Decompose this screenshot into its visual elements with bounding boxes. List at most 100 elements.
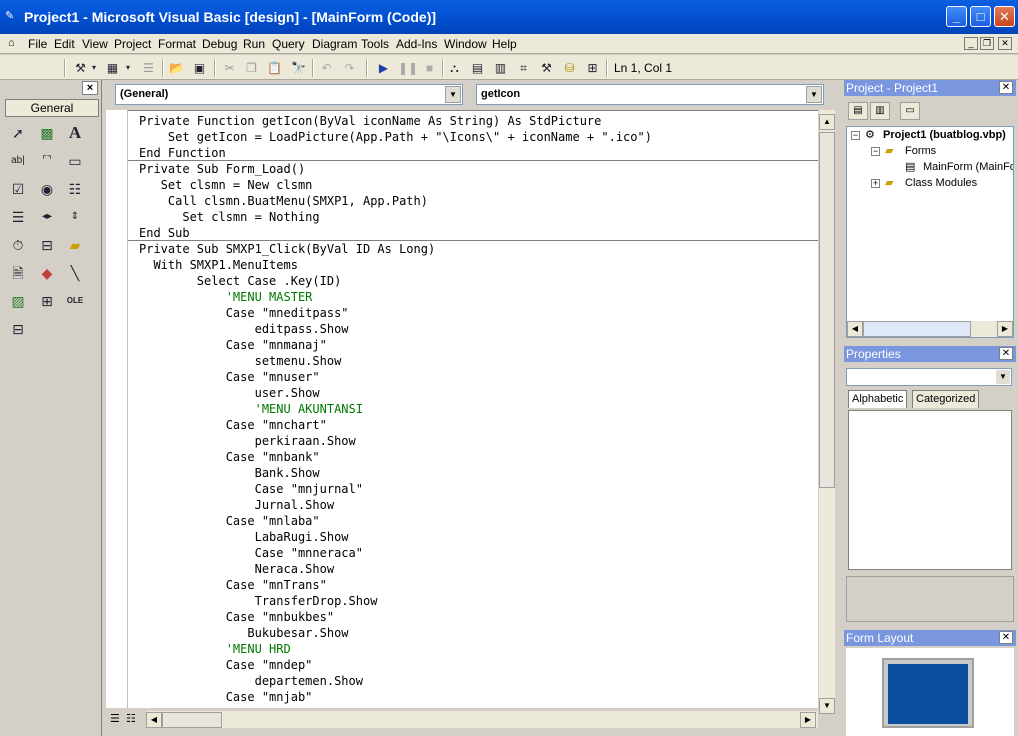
start-icon[interactable]: ▶: [375, 60, 392, 76]
close-icon[interactable]: ✕: [999, 631, 1013, 644]
code-line[interactable]: Set clsmn = New clsmn: [139, 177, 313, 193]
code-line[interactable]: departemen.Show: [139, 673, 363, 689]
code-line[interactable]: editpass.Show: [139, 321, 349, 337]
toggle-folders-button[interactable]: ▭: [900, 102, 920, 120]
horizontal-scrollbar[interactable]: ◀ ▶: [146, 711, 818, 728]
menu-debug[interactable]: Debug: [202, 37, 237, 51]
properties-window-icon[interactable]: ▤: [469, 60, 486, 76]
properties-object-combo[interactable]: ▼: [846, 368, 1012, 386]
menu-run[interactable]: Run: [243, 37, 265, 51]
vertical-scrollbar[interactable]: ▲ ▼: [818, 110, 835, 714]
find-icon[interactable]: 🔭: [290, 60, 307, 76]
add-form-icon[interactable]: ▦: [104, 60, 121, 76]
chevron-down-icon[interactable]: ▼: [806, 86, 822, 103]
data-icon[interactable]: ⊞: [36, 290, 58, 312]
image-icon[interactable]: ▨: [7, 290, 29, 312]
code-line[interactable]: Private Function getIcon(ByVal iconName …: [139, 113, 601, 129]
shape-icon[interactable]: ◆: [36, 262, 58, 284]
menu-tools[interactable]: Tools: [361, 37, 389, 51]
copy-icon[interactable]: ❐: [243, 60, 260, 76]
code-line[interactable]: Case "mnTrans": [139, 577, 327, 593]
code-line[interactable]: Case "mnneraca": [139, 545, 363, 561]
code-line[interactable]: 'MENU MASTER: [139, 289, 313, 305]
checkbox-icon[interactable]: ☑: [7, 178, 29, 200]
save-icon[interactable]: ▣: [191, 60, 208, 76]
menu-add-ins[interactable]: Add-Ins: [396, 37, 437, 51]
vscrollbar-icon[interactable]: ⇕: [64, 206, 86, 228]
picturebox-icon[interactable]: ▩: [36, 122, 58, 144]
code-line[interactable]: Case "mnmanaj": [139, 337, 327, 353]
properties-grid[interactable]: [848, 410, 1012, 570]
code-line[interactable]: TransferDrop.Show: [139, 593, 378, 609]
tree-forms-folder[interactable]: Forms: [905, 145, 936, 157]
form-layout-canvas[interactable]: [846, 648, 1014, 736]
code-line[interactable]: End Function: [139, 145, 226, 161]
code-line[interactable]: perkiraan.Show: [139, 433, 356, 449]
scroll-right-icon[interactable]: ▶: [800, 712, 816, 728]
tree-collapse-icon[interactable]: −: [851, 131, 860, 140]
menu-edit[interactable]: Edit: [54, 37, 75, 51]
scroll-thumb[interactable]: [863, 321, 971, 337]
code-line[interactable]: Select Case .Key(ID): [139, 273, 342, 289]
mdi-close-button[interactable]: ✕: [998, 37, 1012, 50]
cut-icon[interactable]: ✂: [221, 60, 238, 76]
full-module-view-icon[interactable]: ☷: [126, 712, 136, 725]
ole-icon[interactable]: OLE: [64, 290, 86, 312]
object-combo[interactable]: (General) ▼: [115, 84, 463, 105]
dirlistbox-icon[interactable]: ▰: [64, 234, 86, 256]
menu-help[interactable]: Help: [492, 37, 517, 51]
code-line[interactable]: Case "mnjurnal": [139, 481, 363, 497]
code-line[interactable]: Neraca.Show: [139, 561, 334, 577]
paste-icon[interactable]: 📋: [266, 60, 283, 76]
dropdown-arrow-icon[interactable]: ▾: [90, 60, 98, 76]
commandbutton-icon[interactable]: ▭: [64, 150, 86, 172]
filelistbox-icon[interactable]: 🗎: [7, 262, 29, 284]
visual-component-manager-icon[interactable]: ⊞: [584, 60, 601, 76]
tab-alphabetic[interactable]: Alphabetic: [848, 390, 908, 408]
code-line[interactable]: End Sub: [139, 225, 190, 241]
scroll-right-icon[interactable]: ▶: [997, 321, 1013, 337]
code-line[interactable]: Case "mndep": [139, 657, 313, 673]
close-icon[interactable]: ✕: [999, 347, 1013, 360]
code-line[interactable]: With SMXP1.MenuItems: [139, 257, 298, 273]
code-line[interactable]: Jurnal.Show: [139, 497, 334, 513]
chevron-down-icon[interactable]: ▼: [445, 86, 461, 103]
procedure-combo[interactable]: getIcon ▼: [476, 84, 824, 105]
margin-indicator-bar[interactable]: [106, 110, 128, 708]
scroll-thumb[interactable]: [162, 712, 222, 728]
data-view-icon[interactable]: ⛁: [561, 60, 578, 76]
toolbox-icon[interactable]: ⚒: [538, 60, 555, 76]
label-icon[interactable]: A: [64, 122, 86, 144]
tree-form-mainform[interactable]: MainForm (MainForm): [923, 161, 1013, 173]
add-project-icon[interactable]: ⚒: [72, 60, 89, 76]
listbox-icon[interactable]: ☰: [7, 206, 29, 228]
scroll-left-icon[interactable]: ◀: [847, 321, 863, 337]
code-line[interactable]: user.Show: [139, 385, 320, 401]
code-line[interactable]: Set clsmn = Nothing: [139, 209, 319, 225]
tree-class-modules-folder[interactable]: Class Modules: [905, 177, 977, 189]
maximize-button[interactable]: □: [970, 6, 991, 27]
menu-editor-icon[interactable]: ☰: [140, 60, 157, 76]
scroll-up-icon[interactable]: ▲: [819, 114, 835, 130]
vb-app-icon[interactable]: ✎: [5, 9, 19, 23]
code-line[interactable]: Bukubesar.Show: [139, 625, 348, 641]
mdi-child-icon[interactable]: ⌂: [8, 37, 15, 49]
code-line[interactable]: Case "mnbukbes": [139, 609, 334, 625]
scroll-down-icon[interactable]: ▼: [819, 698, 835, 714]
code-line[interactable]: Case "mnuser": [139, 369, 320, 385]
close-button[interactable]: ✕: [994, 6, 1015, 27]
project-tree[interactable]: − ⚙ Project1 (buatblog.vbp) − ▰ Forms ▤ …: [846, 126, 1014, 338]
frame-icon[interactable]: ⌜⌝: [36, 150, 58, 172]
scroll-left-icon[interactable]: ◀: [146, 712, 162, 728]
title-bar[interactable]: ✎ Project1 - Microsoft Visual Basic [des…: [0, 0, 1018, 34]
break-icon[interactable]: ❚❚: [398, 60, 418, 76]
scroll-thumb[interactable]: [819, 132, 835, 488]
menu-view[interactable]: View: [82, 37, 108, 51]
undo-icon[interactable]: ↶: [318, 60, 335, 76]
code-line[interactable]: LabaRugi.Show: [139, 529, 349, 545]
menu-query[interactable]: Query: [272, 37, 305, 51]
code-line[interactable]: Case "mnjab": [139, 689, 313, 705]
menu-diagram[interactable]: Diagram: [312, 37, 357, 51]
menu-format[interactable]: Format: [158, 37, 196, 51]
tree-collapse-icon[interactable]: −: [871, 147, 880, 156]
